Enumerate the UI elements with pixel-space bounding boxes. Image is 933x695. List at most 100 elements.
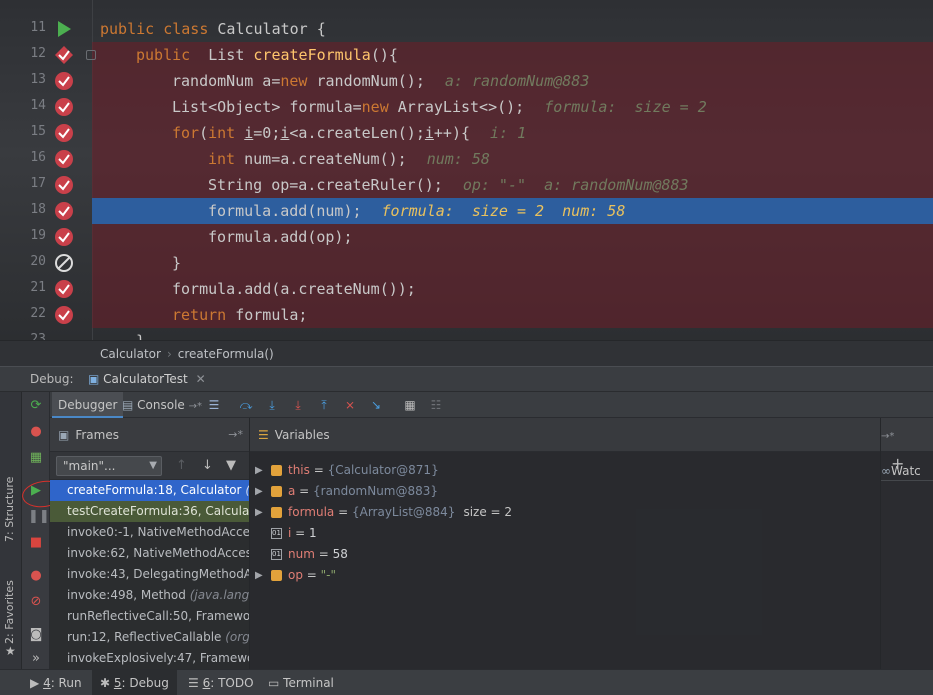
debug-config-tab[interactable]: ▣ CalculatorTest ✕ — [88, 367, 206, 391]
object-icon — [271, 570, 282, 581]
pin-icon[interactable]: →* — [228, 418, 243, 452]
tab-debugger[interactable]: Debugger — [52, 392, 124, 418]
evaluate-expression-icon[interactable]: ▦ — [402, 397, 418, 413]
code-line-21[interactable]: 21 formula.add(a.createNum()); — [0, 276, 933, 302]
expand-icon[interactable]: ▶ — [255, 481, 263, 502]
code-line-13[interactable]: 13 randomNum a=new randomNum(); a: random… — [0, 68, 933, 94]
variable-row-this[interactable]: ▶ this = {Calculator@871} — [250, 460, 880, 481]
trace-icon[interactable]: ☷ — [428, 397, 444, 413]
run-to-cursor-icon[interactable]: ↘ — [368, 397, 384, 413]
fold-icon[interactable] — [86, 50, 96, 60]
close-icon[interactable]: ✕ — [196, 372, 206, 386]
code-line-18-current[interactable]: 18 formula.add(num); formula: size = 2 nu… — [0, 198, 933, 224]
variable-row-num[interactable]: 01 num = 58 — [250, 544, 880, 565]
rerun-failed-icon[interactable]: ● — [28, 424, 44, 440]
terminal-icon: ▭ — [268, 676, 280, 690]
console-icon: ▤ — [122, 398, 134, 412]
code-line-19[interactable]: 19 formula.add(op); — [0, 224, 933, 250]
expand-icon[interactable]: ▶ — [255, 502, 263, 523]
variable-row-formula[interactable]: ▶ formula = {ArrayList@884} size = 2 — [250, 502, 880, 523]
breakpoint-check-icon[interactable] — [54, 175, 74, 195]
mute-breakpoints-icon[interactable]: ⊘ — [28, 594, 44, 610]
code-line-11[interactable]: 11 public class Calculator { — [0, 16, 933, 42]
stack-frame[interactable]: invoke0:-1, NativeMethodAcces — [50, 522, 249, 543]
breakpoint-check-icon[interactable] — [54, 149, 74, 169]
show-execution-point-icon[interactable]: ☰ — [206, 397, 222, 413]
debug-side-toolbar: ⟳ ● ▦ ▶ ❚❚ ■ ● ⊘ ◙ » — [22, 392, 50, 669]
code-line-17[interactable]: 17 String op=a.createRuler(); op: "-" a: … — [0, 172, 933, 198]
filter-icon[interactable]: ▼ — [226, 458, 236, 473]
breakpoint-check-icon[interactable] — [54, 279, 74, 299]
tab-run[interactable]: ▶ 4: Run — [22, 670, 90, 695]
arrow-up-icon[interactable]: ↑ — [176, 458, 187, 473]
line-number: 10 — [0, 0, 46, 3]
code-line-14[interactable]: 14 List<Object> formula=new ArrayList<>(… — [0, 94, 933, 120]
favorites-tool-tab[interactable]: 2: Favorites — [3, 580, 16, 644]
inline-debug-value: a: randomNum@883 — [444, 72, 590, 90]
thread-select[interactable]: "main"... ▼ — [56, 456, 162, 476]
pin-icon[interactable]: →* — [881, 431, 894, 442]
tab-todo[interactable]: ☰ 6: TODO — [180, 670, 262, 695]
camera-icon[interactable]: ◙ — [28, 627, 44, 643]
expand-icon[interactable]: ▶ — [255, 460, 263, 481]
tab-terminal[interactable]: ▭ Terminal — [260, 670, 342, 695]
inline-debug-value: formula: size = 2 num: 58 — [381, 202, 626, 220]
stack-frame[interactable]: createFormula:18, Calculator (c — [50, 480, 249, 501]
expand-icon[interactable]: ▶ — [255, 565, 263, 586]
view-breakpoints-icon[interactable]: ● — [28, 568, 44, 584]
breakpoint-check-icon[interactable] — [54, 305, 74, 325]
structure-tool-tab[interactable]: 7: Structure — [3, 477, 16, 542]
breadcrumb-method[interactable]: createFormula() — [178, 347, 274, 361]
run-gutter-icon[interactable] — [54, 19, 74, 39]
pause-program-icon[interactable]: ❚❚ — [28, 509, 50, 525]
breakpoint-check-icon[interactable] — [54, 227, 74, 247]
code-line-22[interactable]: 22 return formula; — [0, 302, 933, 328]
breadcrumb-class[interactable]: Calculator — [100, 347, 161, 361]
code-line-10[interactable]: 10 — [0, 0, 933, 10]
stack-frame[interactable]: run:12, ReflectiveCallable (org.ju — [50, 627, 249, 648]
code-text: return formula; — [172, 306, 308, 324]
variable-row-i[interactable]: 01 i = 1 — [250, 523, 880, 544]
code-text: for(int i=0;i<a.createLen();i++){i: 1 — [172, 124, 527, 142]
primitive-icon: 01 — [271, 528, 282, 539]
rerun-icon[interactable]: ⟳ — [28, 398, 44, 414]
stack-frame[interactable]: runReflectiveCall:50, Framework — [50, 606, 249, 627]
breakpoint-check-icon[interactable] — [54, 123, 74, 143]
breakpoint-check-icon[interactable] — [54, 201, 74, 221]
arrow-down-icon[interactable]: ↓ — [202, 458, 213, 473]
breakpoint-check-icon[interactable] — [54, 71, 74, 91]
breakpoint-invalid-icon[interactable] — [54, 253, 74, 273]
breakpoint-check-icon[interactable] — [54, 97, 74, 117]
code-line-15[interactable]: 15 for(int i=0;i<a.createLen();i++){i: 1 — [0, 120, 933, 146]
add-watch-icon[interactable]: + — [891, 454, 904, 473]
more-icon[interactable]: » — [28, 651, 44, 667]
step-out-icon[interactable]: ⤒ — [316, 397, 332, 413]
code-line-12[interactable]: 12 public List createFormula(){ — [0, 42, 933, 68]
step-over-icon[interactable]: ⤼ — [238, 397, 254, 413]
stack-frame[interactable]: invokeExplosively:47, Framewor — [50, 648, 249, 669]
code-line-16[interactable]: 16 int num=a.createNum(); num: 58 — [0, 146, 933, 172]
force-step-into-icon[interactable]: ⤓ — [290, 397, 306, 413]
code-line-20[interactable]: 20 } — [0, 250, 933, 276]
debug-tool-window-header: Debug: ▣ CalculatorTest ✕ — [0, 366, 933, 392]
code-text: } — [172, 254, 182, 272]
toggle-auto-test-icon[interactable]: ▦ — [28, 450, 44, 466]
stack-frame[interactable]: invoke:43, DelegatingMethodAc — [50, 564, 249, 585]
stack-frame[interactable]: testCreateFormula:36, Calculato — [50, 501, 249, 522]
object-icon — [271, 486, 282, 497]
debug-config-tab-label: CalculatorTest — [103, 372, 188, 386]
method-breakpoint-icon[interactable] — [54, 45, 74, 65]
variable-row-a[interactable]: ▶ a = {randomNum@883} — [250, 481, 880, 502]
code-editor[interactable]: 10 11 public class Calculator { 12 publi… — [0, 0, 933, 340]
tab-console[interactable]: ▤ Console →* — [116, 392, 208, 418]
step-into-icon[interactable]: ⤓ — [264, 397, 280, 413]
tab-debug[interactable]: ✱ 5: Debug — [92, 670, 177, 695]
code-line-23[interactable]: 23 } — [0, 328, 933, 340]
variable-row-op[interactable]: ▶ op = "-" — [250, 565, 880, 586]
line-number: 17 — [30, 176, 46, 191]
stack-frame[interactable]: invoke:498, Method (java.lang.r — [50, 585, 249, 606]
drop-frame-icon[interactable]: ⨯ — [342, 397, 358, 413]
stack-frame[interactable]: invoke:62, NativeMethodAccess — [50, 543, 249, 564]
stop-icon[interactable]: ■ — [28, 535, 44, 551]
star-icon[interactable]: ★ — [5, 644, 16, 658]
